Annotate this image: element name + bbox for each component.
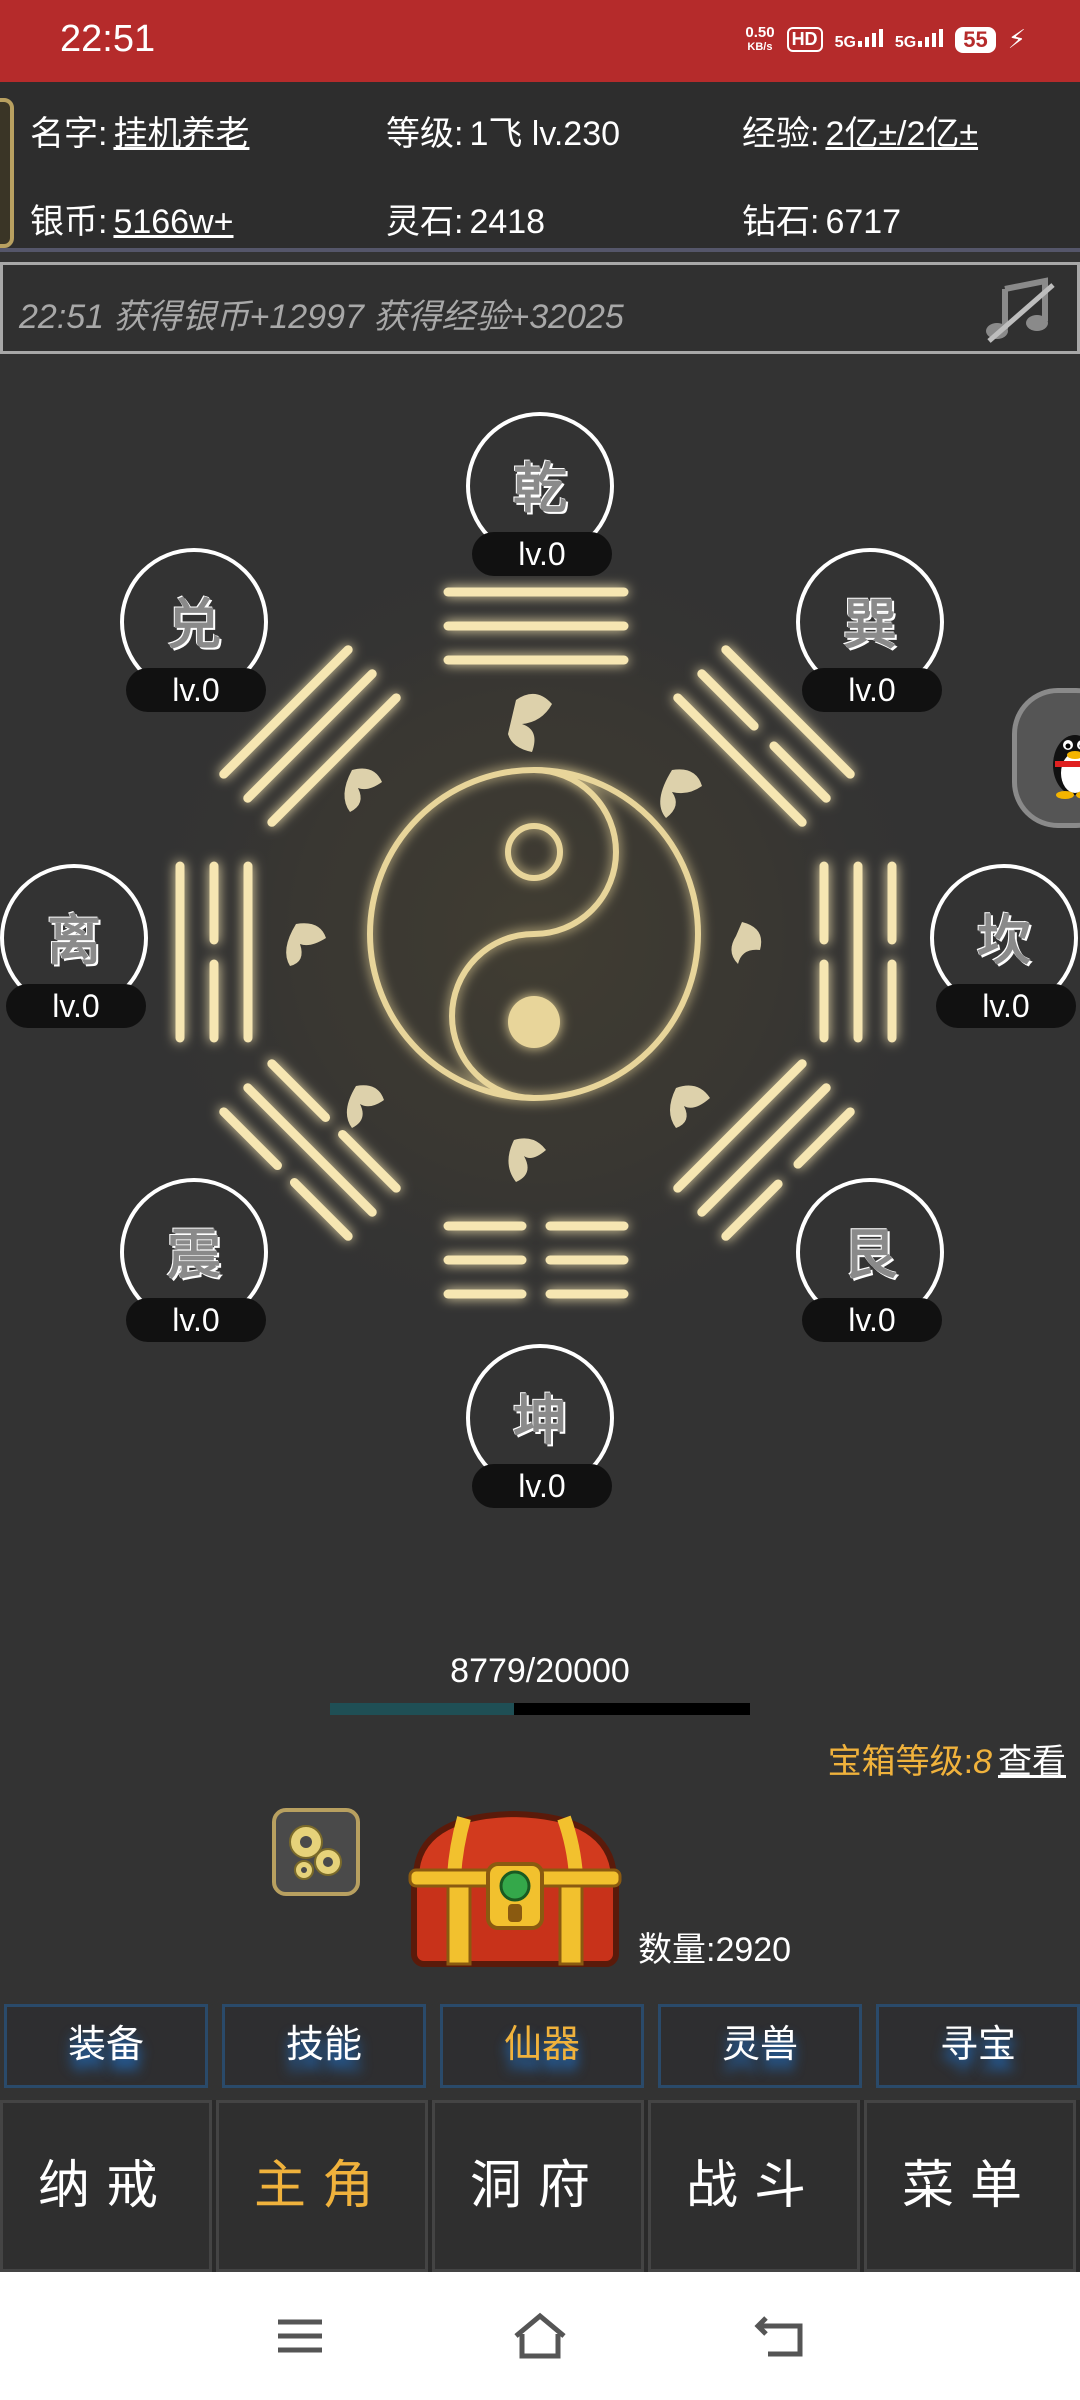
hd-icon: HD (786, 27, 823, 52)
status-icons: 0.50 KB/s HD 5G 5G 55 ⚡ (745, 24, 1026, 55)
trigram-left (175, 861, 253, 1043)
subtab-equipment[interactable]: 装备 (4, 2004, 208, 2088)
stat-silver-value[interactable]: 5166w+ (113, 203, 233, 241)
stat-diamond-label: 钻石: (742, 203, 820, 241)
bagua-node-li[interactable]: 离 lv.0 (0, 864, 148, 1028)
progress-bar (330, 1703, 750, 1715)
stat-name-value[interactable]: 挂机养老 (113, 115, 249, 153)
main-nav: 纳戒 主角 洞府 战斗 菜单 (0, 2100, 1080, 2272)
subtab-treasure-hunt[interactable]: 寻宝 (876, 2004, 1080, 2088)
side-drawer-handle[interactable] (0, 98, 14, 248)
node-glyph: 兑 (167, 595, 221, 655)
stat-spirit-stone: 灵石: 2418 (386, 194, 545, 243)
node-glyph: 离 (47, 911, 101, 971)
stat-diamond-value: 6717 (825, 203, 902, 241)
trigram-bottom (443, 1221, 629, 1299)
stat-level-label: 等级: (386, 115, 464, 153)
yin-yang-icon (367, 767, 701, 1101)
menu-icon[interactable] (270, 2308, 330, 2364)
player-stats-panel: 名字: 挂机养老 等级: 1飞 lv.230 经验: 2亿±/2亿± 银币: 5166w… (0, 82, 1080, 252)
qq-floating-button[interactable] (1012, 688, 1080, 828)
node-glyph: 巽 (843, 595, 897, 655)
auto-settings-button[interactable] (272, 1808, 360, 1896)
node-level: lv.0 (472, 1464, 612, 1508)
node-glyph: 坤 (513, 1391, 567, 1451)
bagua-node-qian[interactable]: 乾 lv.0 (466, 412, 614, 576)
stat-level-value: 1飞 lv.230 (469, 115, 621, 153)
subtab-skills[interactable]: 技能 (222, 2004, 426, 2088)
node-level: lv.0 (936, 984, 1076, 1028)
nav-cave[interactable]: 洞府 (432, 2100, 644, 2272)
treasure-chest-icon[interactable] (404, 1806, 626, 1974)
signal-icon-sim1: 5G (835, 27, 883, 52)
stat-silver: 银币: 5166w+ (30, 194, 234, 243)
progress-text: 8779/20000 (450, 1652, 630, 1690)
sub-tab-bar: 装备 技能 仙器 灵兽 寻宝 (0, 2004, 1080, 2088)
bagua-node-xun[interactable]: 巽 lv.0 (796, 548, 944, 712)
seal-script-marks (286, 693, 762, 1182)
log-bar: 22:51 获得银币+12997 获得经验+32025 (0, 262, 1080, 354)
back-icon[interactable] (750, 2308, 810, 2364)
trigram-right (819, 861, 897, 1043)
gears-icon (289, 1825, 342, 1880)
subtab-spirit-beast[interactable]: 灵兽 (658, 2004, 862, 2088)
stat-name: 名字: 挂机养老 (30, 106, 249, 155)
chest-level-label: 宝箱等级: (827, 1743, 974, 1781)
node-level: lv.0 (802, 668, 942, 712)
log-message: 22:51 获得银币+12997 获得经验+32025 (19, 298, 624, 336)
stat-name-label: 名字: (30, 115, 108, 153)
net-speed: 0.50 KB/s (745, 25, 774, 55)
nav-menu[interactable]: 菜单 (864, 2100, 1076, 2272)
node-glyph: 艮 (843, 1225, 897, 1285)
node-level: lv.0 (472, 532, 612, 576)
net-speed-unit: KB/s (747, 40, 773, 53)
chest-view-link[interactable]: 查看 (998, 1743, 1066, 1781)
node-level: lv.0 (802, 1298, 942, 1342)
chest-level: 宝箱等级:8 查看 (828, 1734, 1066, 1783)
trigram-lines (175, 587, 897, 1299)
chest-level-value: 8 (973, 1743, 992, 1781)
stat-exp-label: 经验: (742, 115, 820, 153)
stat-silver-label: 银币: (30, 203, 108, 241)
nav-character[interactable]: 主角 (216, 2100, 428, 2272)
subtab-artifact[interactable]: 仙器 (440, 2004, 644, 2088)
nav-ring[interactable]: 纳戒 (0, 2100, 212, 2272)
node-glyph: 乾 (513, 459, 567, 519)
stat-spirit-label: 灵石: (386, 203, 464, 241)
battery-icon: 55 (955, 26, 996, 53)
sim1-label: 5G (834, 34, 856, 51)
node-level: lv.0 (126, 668, 266, 712)
node-level: lv.0 (6, 984, 146, 1028)
stat-diamond: 钻石: 6717 (742, 194, 901, 243)
music-muted-icon[interactable] (983, 275, 1059, 347)
node-glyph: 坎 (977, 911, 1031, 971)
bagua-node-gen[interactable]: 艮 lv.0 (796, 1178, 944, 1342)
status-bar: 22:51 0.50 KB/s HD 5G 5G 55 ⚡ (0, 0, 1080, 82)
net-speed-value: 0.50 (745, 23, 775, 41)
stat-spirit-value: 2418 (469, 203, 546, 241)
stat-exp-value[interactable]: 2亿±/2亿± (825, 115, 978, 153)
chest-count: 数量:2920 (638, 1931, 792, 1969)
bagua-node-kan[interactable]: 坎 lv.0 (930, 864, 1078, 1028)
node-glyph: 震 (167, 1225, 221, 1285)
nav-battle[interactable]: 战斗 (648, 2100, 860, 2272)
bagua-node-zhen[interactable]: 震 lv.0 (120, 1178, 268, 1342)
home-icon[interactable] (510, 2308, 570, 2364)
system-nav-bar (0, 2272, 1080, 2400)
bagua-node-kun[interactable]: 坤 lv.0 (466, 1344, 614, 1508)
stat-level: 等级: 1飞 lv.230 (386, 106, 620, 155)
bagua-node-dui[interactable]: 兑 lv.0 (120, 548, 268, 712)
charging-icon: ⚡ (1007, 24, 1026, 54)
stat-exp: 经验: 2亿±/2亿± (742, 106, 978, 155)
status-time: 22:51 (60, 18, 156, 60)
trigram-top (443, 587, 629, 665)
sim2-label: 5G (894, 34, 917, 51)
node-level: lv.0 (126, 1298, 266, 1342)
progress-fill (330, 1703, 515, 1715)
penguin-icon (1053, 735, 1080, 799)
signal-icon-sim2: 5G (894, 27, 944, 52)
